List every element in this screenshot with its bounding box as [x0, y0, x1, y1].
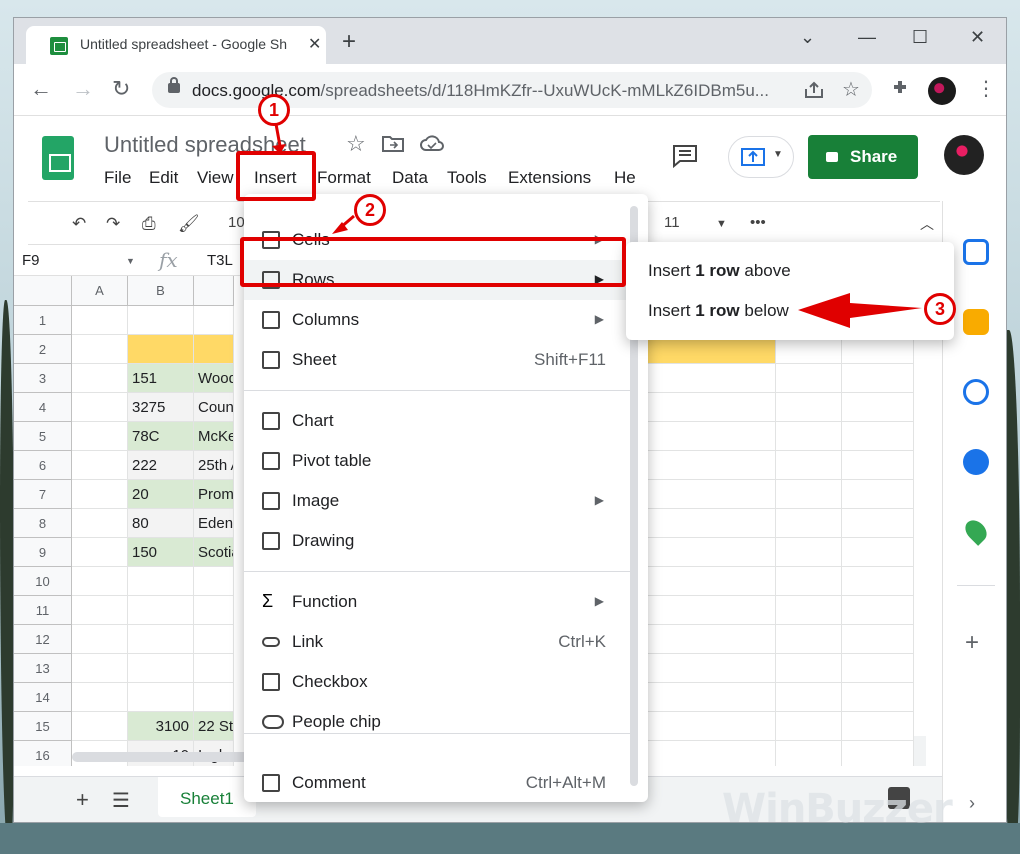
annotation-arrows — [272, 123, 922, 328]
browser-window: Untitled spreadsheet - Google Sh ✕ + ⌄ —… — [13, 17, 1007, 823]
arrow-step-1 — [274, 123, 282, 147]
watermark: WinBuzzer — [722, 786, 953, 832]
palm-tree-left — [0, 300, 14, 854]
arrowhead-step-1 — [272, 144, 286, 154]
arrow-step-3 — [798, 293, 922, 328]
